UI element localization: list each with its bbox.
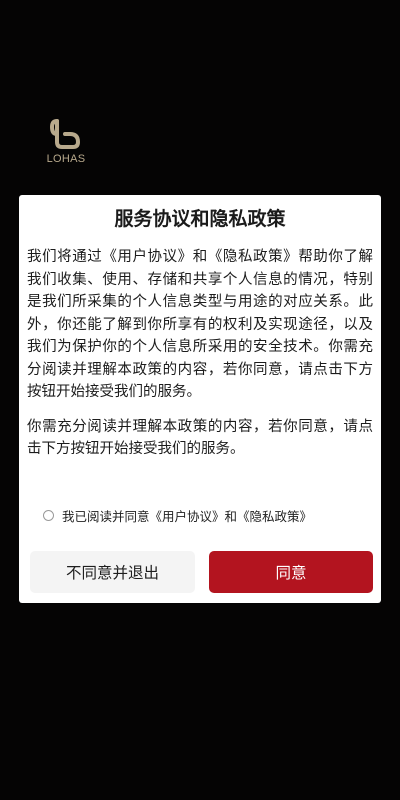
heart-logo-icon (49, 119, 80, 149)
brand-name: LOHAS (46, 153, 86, 165)
consent-checkbox-row[interactable]: 我已阅读并同意《用户协议》和《隐私政策》 (43, 504, 363, 526)
agree-button[interactable]: 同意 (209, 551, 373, 593)
privacy-dialog: 服务协议和隐私政策 我们将通过《用户协议》和《隐私政策》帮助你了解我们收集、使用… (19, 195, 381, 603)
decline-exit-button[interactable]: 不同意并退出 (30, 551, 195, 593)
consent-radio-icon[interactable] (43, 509, 54, 521)
brand-logo: LOHAS (42, 118, 90, 168)
policy-paragraph-summary: 你需充分阅读并理解本政策的内容，若你同意，请点击下方按钮开始接受我们的服务。 (27, 418, 373, 458)
policy-paragraph-main: 我们将通过《用户协议》和《隐私政策》帮助你了解我们收集、使用、存储和共享个人信息… (27, 249, 373, 400)
consent-label: 我已阅读并同意《用户协议》和《隐私政策》 (62, 508, 313, 524)
dialog-body: 我们将通过《用户协议》和《隐私政策》帮助你了解我们收集、使用、存储和共享个人信息… (27, 246, 373, 473)
dialog-title: 服务协议和隐私政策 (114, 208, 286, 230)
